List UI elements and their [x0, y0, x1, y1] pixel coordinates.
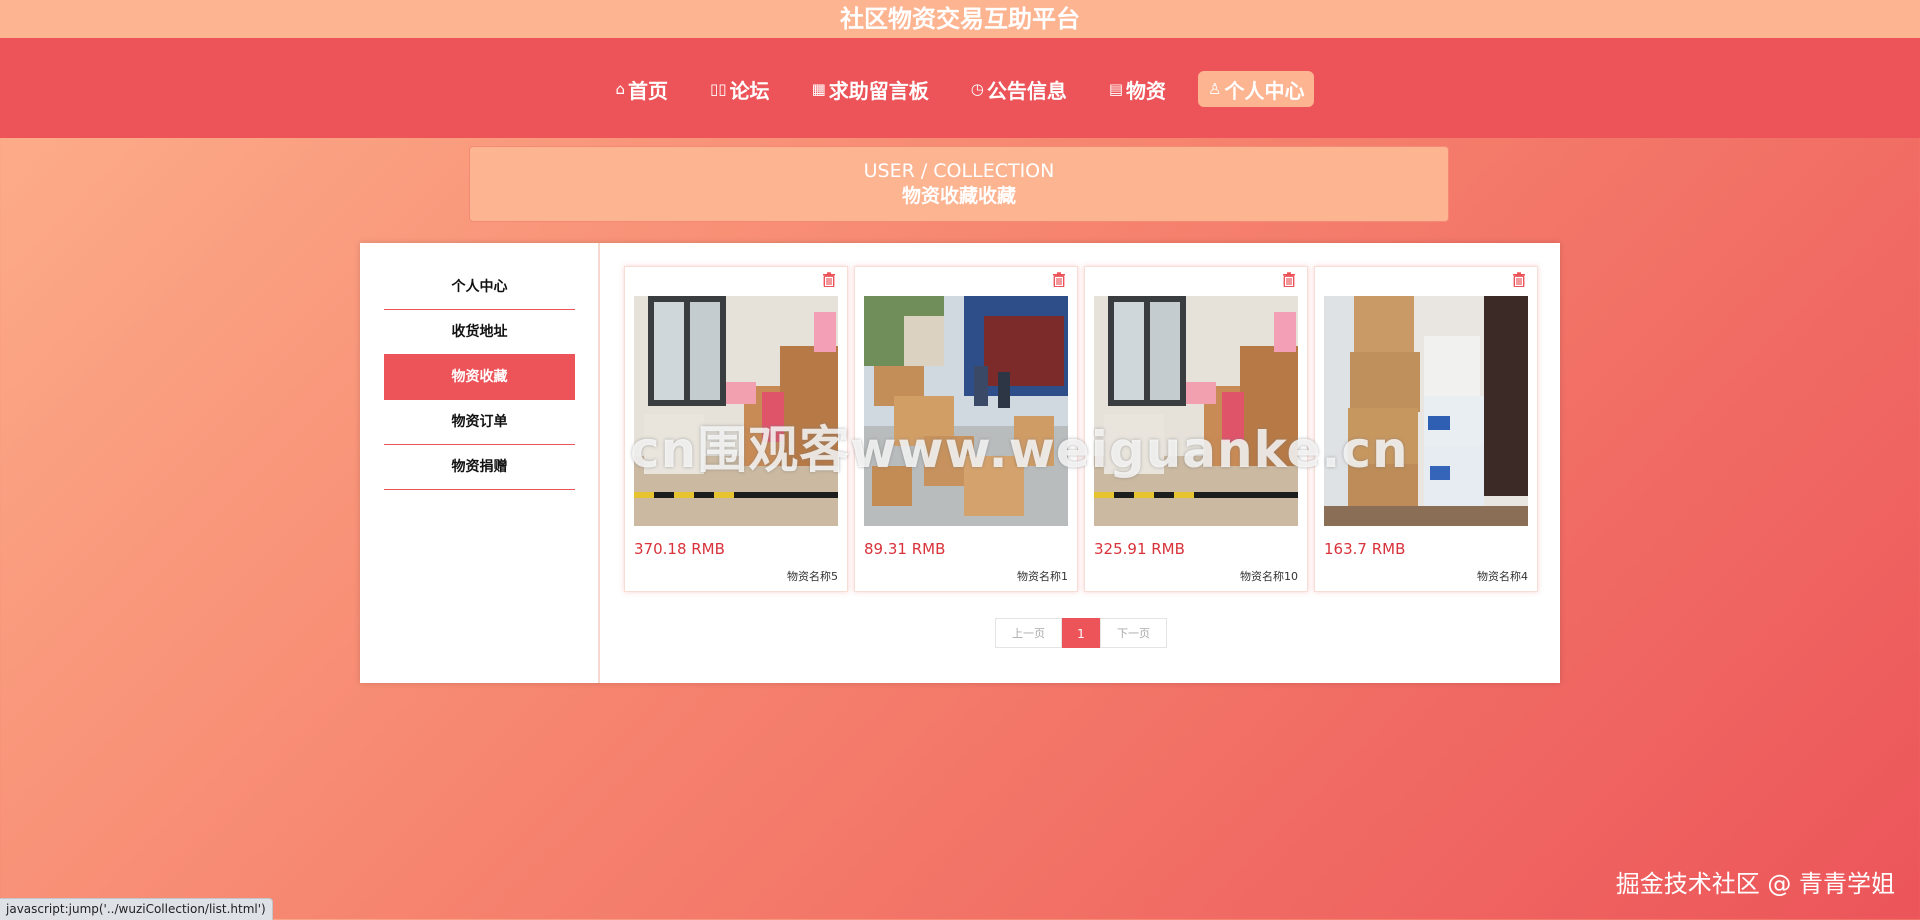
- main-panel: 个人中心 收货地址 物资收藏 物资订单 物资捐赠 370.18 RMB 物资名称…: [360, 243, 1560, 683]
- next-page-button[interactable]: 下一页: [1100, 618, 1167, 648]
- sidebar-item-orders[interactable]: 物资订单: [384, 400, 575, 445]
- home-icon: ⌂: [615, 80, 626, 98]
- site-title: 社区物资交易互助平台: [0, 0, 1920, 38]
- nav-item-label: 公告信息: [986, 78, 1067, 103]
- nav-item-label: 求助留言板: [828, 78, 929, 103]
- nav-item-user-center[interactable]: ♙ 个人中心: [1198, 71, 1315, 107]
- product-card[interactable]: 163.7 RMB 物资名称4: [1314, 266, 1538, 592]
- product-name[interactable]: 物资名称1: [1017, 568, 1068, 584]
- nav-item-label: 论坛: [729, 78, 770, 103]
- product-name[interactable]: 物资名称4: [1477, 568, 1528, 584]
- product-name[interactable]: 物资名称5: [787, 568, 838, 584]
- page-title: 物资收藏收藏: [901, 185, 1016, 207]
- trash-icon[interactable]: [821, 272, 837, 288]
- main-navbar: ⌂ 首页 ▯▯ 论坛 ▦ 求助留言板 ◷ 公告信息 ▤ 物资 ♙ 个人中心: [0, 38, 1920, 138]
- sidebar-item-user-center[interactable]: 个人中心: [384, 265, 575, 310]
- browser-status-bar: javascript:jump('../wuziCollection/list.…: [0, 898, 273, 920]
- nav-item-label: 物资: [1126, 78, 1167, 103]
- nav-item-label: 个人中心: [1224, 78, 1305, 103]
- product-price: 163.7 RMB: [1324, 540, 1406, 558]
- nav-list: ⌂ 首页 ▯▯ 论坛 ▦ 求助留言板 ◷ 公告信息 ▤ 物资 ♙ 个人中心: [0, 71, 1920, 107]
- product-name[interactable]: 物资名称10: [1240, 568, 1298, 584]
- product-card[interactable]: 370.18 RMB 物资名称5: [624, 266, 848, 592]
- banner-breadcrumb: USER / COLLECTION: [863, 160, 1055, 182]
- product-price: 89.31 RMB: [864, 540, 946, 558]
- clipboard-icon: ▤: [1108, 80, 1124, 98]
- user-icon: ♙: [1208, 80, 1222, 98]
- product-card[interactable]: 89.31 RMB 物资名称1: [854, 266, 1078, 592]
- product-image[interactable]: [864, 296, 1068, 526]
- nav-item-home[interactable]: ⌂ 首页: [606, 71, 679, 107]
- book-icon: ▯▯: [710, 80, 727, 98]
- sidebar-item-address[interactable]: 收货地址: [384, 310, 575, 355]
- product-image[interactable]: [1324, 296, 1528, 526]
- nav-item-help-board[interactable]: ▦ 求助留言板: [802, 71, 939, 107]
- product-price: 325.91 RMB: [1094, 540, 1185, 558]
- current-page-button[interactable]: 1: [1062, 618, 1100, 648]
- nav-item-announcements[interactable]: ◷ 公告信息: [961, 71, 1077, 107]
- grid-icon: ▦: [811, 80, 826, 98]
- nav-item-forum[interactable]: ▯▯ 论坛: [700, 71, 780, 107]
- card-grid: 370.18 RMB 物资名称5 89.31 RMB 物资名称1 325.91 …: [624, 266, 1538, 592]
- pagination: 上一页 1 下一页: [995, 618, 1167, 648]
- sidebar-menu: 个人中心 收货地址 物资收藏 物资订单 物资捐赠: [384, 265, 575, 490]
- product-image[interactable]: [634, 296, 838, 526]
- trash-icon[interactable]: [1281, 272, 1297, 288]
- footer-watermark: 掘金技术社区 @ 青青学姐: [1615, 870, 1895, 898]
- product-card[interactable]: 325.91 RMB 物资名称10: [1084, 266, 1308, 592]
- sidebar-item-donations[interactable]: 物资捐赠: [384, 445, 575, 490]
- sidebar-item-collection[interactable]: 物资收藏: [384, 355, 575, 400]
- page-banner: USER / COLLECTION 物资收藏收藏: [469, 146, 1449, 222]
- trash-icon[interactable]: [1051, 272, 1067, 288]
- sidebar: 个人中心 收货地址 物资收藏 物资订单 物资捐赠: [360, 243, 600, 683]
- product-price: 370.18 RMB: [634, 540, 725, 558]
- product-image[interactable]: [1094, 296, 1298, 526]
- prev-page-button[interactable]: 上一页: [995, 618, 1062, 648]
- nav-item-label: 首页: [628, 78, 669, 103]
- nav-item-supplies[interactable]: ▤ 物资: [1099, 71, 1176, 107]
- collection-content: 370.18 RMB 物资名称5 89.31 RMB 物资名称1 325.91 …: [624, 266, 1538, 656]
- trash-icon[interactable]: [1511, 272, 1527, 288]
- clock-icon: ◷: [970, 80, 984, 98]
